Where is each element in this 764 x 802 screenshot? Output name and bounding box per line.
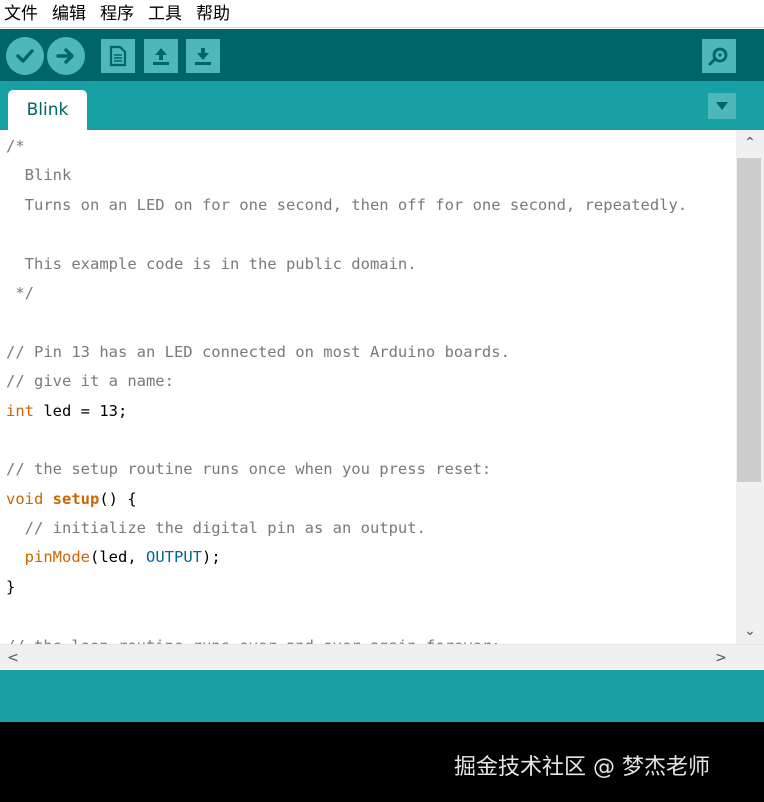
menu-sketch[interactable]: 程序 <box>100 0 134 28</box>
code-line: pinMode(led, OUTPUT); <box>6 543 687 572</box>
code-line: } <box>6 573 687 602</box>
code-token: // Pin 13 has an LED connected on most A… <box>6 342 510 361</box>
code-token: // give it a name: <box>6 372 174 391</box>
code-token: led = 13; <box>34 401 128 420</box>
verify-button[interactable] <box>6 37 44 75</box>
code-line: // initialize the digital pin as an outp… <box>6 514 687 543</box>
code-text[interactable]: /* Blink Turns on an LED on for one seco… <box>6 132 687 644</box>
code-line: Turns on an LED on for one second, then … <box>6 191 688 220</box>
code-token: /* <box>6 137 25 155</box>
tab-bar: Blink <box>0 81 764 130</box>
code-line: // the loop routine runs over and over a… <box>6 632 687 644</box>
vertical-scroll-thumb[interactable] <box>737 158 761 482</box>
code-line: // Pin 13 has an LED connected on most A… <box>6 338 687 367</box>
vertical-scrollbar[interactable]: ⌃ ⌄ <box>736 130 764 644</box>
watermark: 掘金技术社区 @ 梦杰老师 <box>454 755 710 780</box>
code-line: Blink <box>6 161 687 190</box>
code-token: setup <box>52 489 100 508</box>
tab-menu-button[interactable] <box>708 93 736 119</box>
code-line: // the setup routine runs once when you … <box>6 455 687 484</box>
triangle-down-icon <box>716 102 728 110</box>
scroll-right-button[interactable]: > <box>708 645 734 670</box>
menu-bar: 文件 编辑 程序 工具 帮助 <box>0 0 764 28</box>
status-bar <box>0 670 764 722</box>
scroll-left-button[interactable]: < <box>0 645 26 670</box>
code-token: pinMode <box>24 548 90 567</box>
save-sketch-button[interactable] <box>186 39 220 73</box>
new-file-icon <box>109 45 127 67</box>
code-token: } <box>6 577 16 596</box>
new-sketch-button[interactable] <box>101 39 135 73</box>
menu-file[interactable]: 文件 <box>4 0 38 28</box>
code-token: (led, <box>90 548 146 567</box>
upload-icon <box>153 48 169 65</box>
menu-edit[interactable]: 编辑 <box>52 0 86 28</box>
download-icon <box>195 48 211 65</box>
scroll-down-button[interactable]: ⌄ <box>736 618 764 644</box>
code-token: void <box>6 489 44 508</box>
horizontal-scrollbar[interactable]: < > <box>0 644 764 669</box>
scroll-up-button[interactable]: ⌃ <box>736 130 764 156</box>
console-output: 掘金技术社区 @ 梦杰老师 <box>0 722 764 802</box>
open-sketch-button[interactable] <box>144 39 178 73</box>
code-token: ); <box>202 548 221 567</box>
code-token: () { <box>99 489 137 508</box>
code-token: // initialize the digital pin as an outp… <box>6 519 426 538</box>
code-token: // the loop routine runs over and over a… <box>6 637 501 644</box>
checkmark-icon <box>16 49 34 63</box>
code-line: int led = 13; <box>6 397 687 426</box>
code-token: // the setup routine runs once when you … <box>6 460 492 479</box>
upload-sketch-button[interactable] <box>47 37 85 75</box>
code-token: int <box>6 401 34 420</box>
tab-blink[interactable]: Blink <box>8 90 87 130</box>
code-token: */ <box>6 283 34 302</box>
code-token: Turns on an LED on for one second, then … <box>6 195 688 214</box>
code-line: // give it a name: <box>6 367 687 396</box>
magnifier-icon <box>708 47 728 66</box>
code-line: */ <box>6 279 687 308</box>
menu-tools[interactable]: 工具 <box>148 0 182 28</box>
code-line: This example code is in the public domai… <box>6 250 687 279</box>
arrow-right-icon <box>56 48 74 64</box>
code-editor[interactable]: /* Blink Turns on an LED on for one seco… <box>0 130 736 644</box>
code-line: void setup() { <box>6 485 687 514</box>
toolbar <box>0 29 764 81</box>
code-token: OUTPUT <box>146 548 202 567</box>
serial-monitor-button[interactable] <box>702 39 736 73</box>
menu-help[interactable]: 帮助 <box>196 0 230 28</box>
code-token: This example code is in the public domai… <box>6 254 417 273</box>
code-line: /* <box>6 132 687 161</box>
code-token: Blink <box>6 166 72 185</box>
